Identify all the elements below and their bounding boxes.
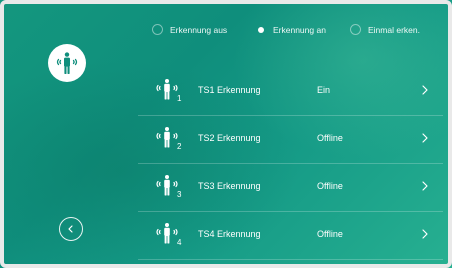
radio-label: Erkennung aus xyxy=(170,24,228,35)
chevron-right-icon xyxy=(422,181,428,191)
radio-indicator xyxy=(255,24,266,35)
status-text: Ein xyxy=(317,85,331,95)
radio-indicator xyxy=(350,24,361,35)
device-number: 2 xyxy=(177,142,182,151)
status-text: Offline xyxy=(317,229,343,239)
device-number: 4 xyxy=(177,238,182,247)
list-item-ts3[interactable]: 3 TS3 Erkennung Offline xyxy=(138,164,443,212)
radio-detection-on[interactable]: Erkennung an xyxy=(255,24,350,35)
status-text: Offline xyxy=(317,181,343,191)
person-detection-icon xyxy=(48,44,86,82)
detection-mode-group: Erkennung aus Erkennung an Einmal erken. xyxy=(152,24,440,35)
device-number: 1 xyxy=(177,94,182,103)
list-item-ts1[interactable]: 1 TS1 Erkennung Ein xyxy=(138,68,443,116)
status-text: Offline xyxy=(317,133,343,143)
item-label: TS4 Erkennung xyxy=(198,229,261,239)
screen: Erkennung aus Erkennung an Einmal erken. xyxy=(0,0,452,268)
chevron-right-icon xyxy=(422,85,428,95)
item-label: TS1 Erkennung xyxy=(198,85,261,95)
chevron-right-icon xyxy=(422,229,428,239)
list-item-ts2[interactable]: 2 TS2 Erkennung Offline xyxy=(138,116,443,164)
item-label: TS3 Erkennung xyxy=(198,181,261,191)
detection-list: 1 TS1 Erkennung Ein 2 TS2 Erkennung Offl… xyxy=(138,68,443,260)
radio-indicator xyxy=(152,24,163,35)
radio-label: Einmal erken. xyxy=(368,24,420,35)
radio-detect-once[interactable]: Einmal erken. xyxy=(350,24,440,35)
chevron-left-icon xyxy=(68,225,73,233)
device-number: 3 xyxy=(177,190,182,199)
list-item-ts4[interactable]: 4 TS4 Erkennung Offline xyxy=(138,212,443,260)
chevron-right-icon xyxy=(422,133,428,143)
radio-label: Erkennung an xyxy=(273,24,326,35)
back-button[interactable] xyxy=(59,217,83,241)
item-label: TS2 Erkennung xyxy=(198,133,261,143)
radio-detection-off[interactable]: Erkennung aus xyxy=(152,24,255,35)
